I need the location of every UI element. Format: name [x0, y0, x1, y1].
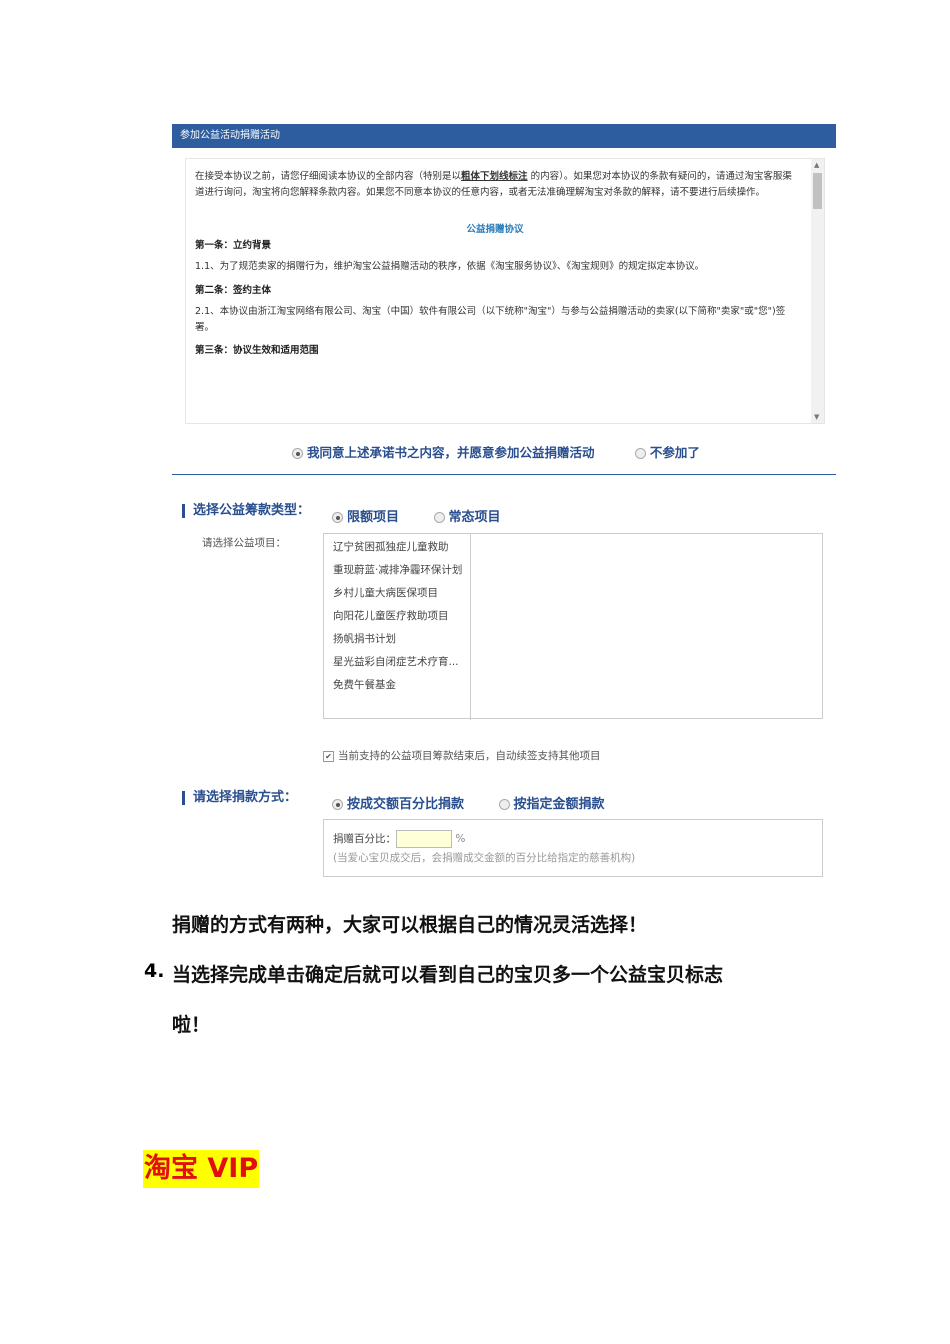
agree-radio-group: 我同意上述承诺书之内容，并愿意参加公益捐赠活动 不参加了	[292, 442, 736, 461]
step-number: 4.	[144, 960, 165, 982]
fund-type-radio-group: 限额项目 常态项目	[332, 506, 531, 525]
project-item[interactable]: 星光益彩自闭症艺术疗育...	[324, 651, 470, 674]
agree-label: 我同意上述承诺书之内容，并愿意参加公益捐赠活动	[307, 445, 595, 460]
agreement-title: 公益捐赠协议	[466, 224, 524, 235]
doc-paragraph: 捐赠的方式有两种，大家可以根据自己的情况灵活选择！	[172, 914, 648, 936]
checkmark-icon: ✔	[323, 751, 334, 762]
project-label: 请选择公益项目：	[202, 537, 286, 549]
project-item[interactable]: 乡村儿童大病医保项目	[324, 582, 470, 605]
clause-text: 1.1、为了规范卖家的捐赠行为，维护淘宝公益捐赠活动的秩序，依据《淘宝服务协议》…	[195, 261, 705, 272]
radio-icon	[433, 512, 445, 523]
decline-label: 不参加了	[649, 445, 700, 460]
clause-text: 2.1、本协议由浙江淘宝网络有限公司、淘宝（中国）软件有限公司（以下统称"淘宝"…	[195, 306, 786, 333]
divider	[172, 474, 836, 475]
fund-type-label: 选择公益筹款类型：	[182, 504, 310, 518]
clause-heading: 第三条：协议生效和适用范围	[195, 345, 319, 356]
project-item[interactable]: 免费午餐基金	[324, 674, 470, 697]
scroll-thumb[interactable]	[813, 173, 822, 209]
option-label: 按指定金额捐款	[513, 797, 605, 812]
decline-radio[interactable]: 不参加了	[634, 445, 700, 460]
scroll-up-icon[interactable]: ▲	[814, 161, 819, 169]
clause-heading: 第二条：签约主体	[195, 284, 272, 296]
donation-method-radio-group: 按成交额百分比捐款 按指定金额捐款	[332, 793, 635, 812]
radio-selected-icon	[332, 799, 343, 810]
fund-type-limited-radio[interactable]: 限额项目	[332, 510, 399, 525]
scrollbar[interactable]: ▲ ▼	[811, 159, 824, 423]
project-listbox[interactable]: 辽宁贫困孤独症儿童救助 重现蔚蓝·减排净霾环保计划 乡村儿童大病医保项目 向阳花…	[323, 533, 823, 720]
intro-text: 在接受本协议之前，请您仔细阅读本协议的全部内容（特别是以	[195, 171, 462, 182]
fund-type-regular-radio[interactable]: 常态项目	[433, 510, 501, 525]
option-label: 限额项目	[347, 510, 400, 525]
clause-heading: 第一条：立约背景	[195, 239, 272, 251]
document-page: 参加公益活动捐赠活动 在接受本协议之前，请您仔细阅读本协议的全部内容（特别是以粗…	[0, 0, 950, 1344]
agree-radio[interactable]: 我同意上述承诺书之内容，并愿意参加公益捐赠活动	[292, 445, 595, 460]
radio-icon	[498, 799, 510, 810]
agreement-intro: 在接受本协议之前，请您仔细阅读本协议的全部内容（特别是以粗体下划线标注 的内容）…	[195, 169, 795, 200]
auto-renew-checkbox[interactable]: ✔ 当前支持的公益项目筹款结束后，自动续签支持其他项目	[323, 748, 601, 763]
percent-unit: %	[455, 833, 466, 845]
percentage-box: 捐赠百分比： % (当爱心宝贝成交后，会捐赠成交金额的百分比给指定的慈善机构)	[323, 819, 823, 877]
donation-method-label: 请选择捐款方式：	[182, 791, 297, 805]
percentage-hint: (当爱心宝贝成交后，会捐赠成交金额的百分比给指定的慈善机构)	[333, 852, 636, 864]
agreement-box[interactable]: 在接受本协议之前，请您仔细阅读本协议的全部内容（特别是以粗体下划线标注 的内容）…	[185, 158, 825, 424]
percentage-radio[interactable]: 按成交额百分比捐款	[332, 797, 464, 812]
percentage-input[interactable]	[396, 830, 452, 848]
option-label: 常态项目	[448, 510, 501, 525]
fixed-amount-radio[interactable]: 按指定金额捐款	[498, 797, 605, 812]
intro-bold: 粗体下划线标注	[461, 171, 528, 182]
scroll-down-icon[interactable]: ▼	[814, 413, 819, 421]
footer-highlight: 淘宝 VIP	[143, 1150, 260, 1188]
project-item[interactable]: 重现蔚蓝·减排净霾环保计划	[324, 559, 470, 582]
doc-paragraph: 当选择完成单击确定后就可以看到自己的宝贝多一个公益宝贝标志	[172, 964, 724, 986]
screenshot-panel: 参加公益活动捐赠活动 在接受本协议之前，请您仔细阅读本协议的全部内容（特别是以粗…	[172, 124, 836, 880]
project-item[interactable]: 扬帆捐书计划	[324, 628, 470, 651]
panel-title: 参加公益活动捐赠活动	[172, 124, 836, 148]
radio-icon	[634, 448, 646, 459]
auto-renew-label: 当前支持的公益项目筹款结束后，自动续签支持其他项目	[338, 750, 601, 762]
radio-selected-icon	[292, 448, 303, 459]
project-item[interactable]: 辽宁贫困孤独症儿童救助	[324, 536, 470, 559]
option-label: 按成交额百分比捐款	[347, 797, 465, 812]
percentage-label: 捐赠百分比：	[333, 833, 396, 845]
doc-paragraph: 啦！	[172, 1014, 211, 1036]
radio-selected-icon	[332, 512, 343, 523]
project-item[interactable]: 向阳花儿童医疗救助项目	[324, 605, 470, 628]
